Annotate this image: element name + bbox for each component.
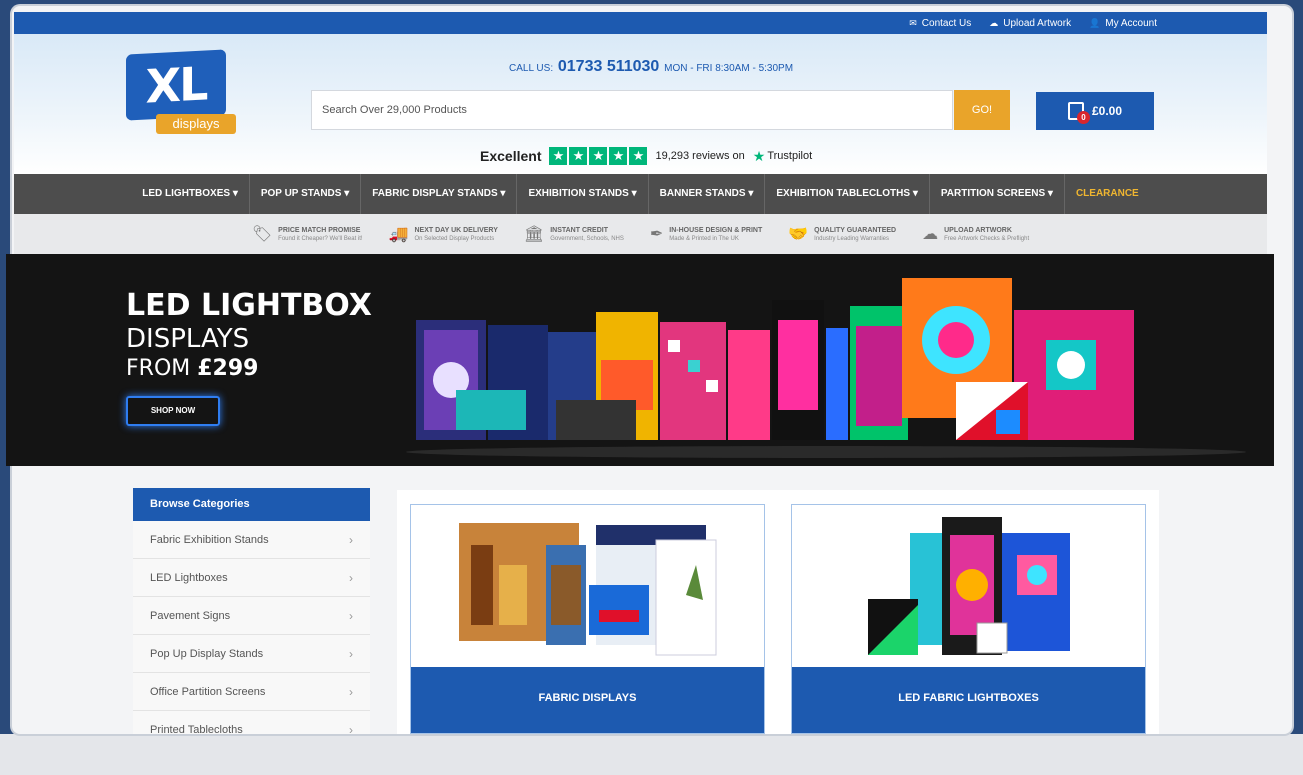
pen-icon: ✒	[649, 226, 664, 243]
featured-products: FABRIC DISPLAYS LED FABRIC LIGHTBOXES	[397, 490, 1159, 734]
search-input[interactable]: Search Over 29,000 Products	[311, 90, 953, 130]
shop-now-button[interactable]: SHOP NOW	[126, 396, 220, 426]
star-icon: ★	[609, 147, 628, 165]
chevron-right-icon: ›	[349, 533, 353, 547]
nav-pop-up-stands[interactable]: POP UP STANDS ▾	[250, 174, 362, 214]
usp-next-day-delivery: 🚚 NEXT DAY UK DELIVERY On Selected Displa…	[388, 226, 498, 243]
trustpilot-widget[interactable]: Excellent ★ ★ ★ ★ ★ 19,293 reviews on ★ …	[480, 147, 812, 165]
price-tag-icon: 🏷	[251, 226, 273, 243]
nav-exhibition-stands[interactable]: EXHIBITION STANDS ▾	[517, 174, 649, 214]
hero-subtitle: DISPLAYS	[126, 324, 250, 354]
browser-bottom-strip	[0, 734, 1303, 775]
envelope-icon: ✉	[909, 17, 917, 28]
star-icon: ★	[569, 147, 588, 165]
nav-fabric-display-stands[interactable]: FABRIC DISPLAY STANDS ▾	[361, 174, 518, 214]
category-led-lightboxes[interactable]: LED Lightboxes ›	[133, 559, 370, 597]
trust-rating-word: Excellent	[480, 148, 542, 164]
chevron-right-icon: ›	[349, 609, 353, 623]
product-card-label: LED FABRIC LIGHTBOXES	[792, 667, 1145, 733]
main-nav: LED LIGHTBOXES ▾ POP UP STANDS ▾ FABRIC …	[14, 174, 1267, 214]
cart-count-badge: 0	[1076, 111, 1090, 124]
logo-mark: XL	[126, 49, 226, 121]
led-fabric-lightboxes-image	[792, 505, 1145, 667]
hero-price: £299	[197, 356, 259, 381]
category-pavement-signs[interactable]: Pavement Signs ›	[133, 597, 370, 635]
my-account-link[interactable]: 👤 My Account	[1089, 18, 1157, 29]
phone-number[interactable]: 01733 511030	[558, 58, 659, 75]
upload-artwork-link[interactable]: ☁ Upload Artwork	[989, 18, 1071, 29]
call-label: CALL US:	[509, 63, 554, 74]
star-icon: ★	[549, 147, 568, 165]
contact-us-link[interactable]: ✉ Contact Us	[909, 18, 971, 29]
chevron-right-icon: ›	[349, 685, 353, 699]
trustpilot-logo: ★ Trustpilot	[752, 147, 813, 164]
site-header: XL displays CALL US: 01733 511030 MON - …	[14, 34, 1267, 174]
category-fabric-exhibition-stands[interactable]: Fabric Exhibition Stands ›	[133, 521, 370, 559]
cart-total: £0.00	[1091, 104, 1123, 118]
trustpilot-star-icon: ★	[752, 147, 766, 164]
fabric-displays-image	[411, 505, 764, 667]
nav-clearance[interactable]: CLEARANCE	[1065, 174, 1150, 214]
usp-price-match: 🏷 PRICE MATCH PROMISE Found it Cheaper? W…	[251, 226, 363, 243]
search-button[interactable]: GO!	[954, 90, 1010, 130]
handshake-icon: 🤝	[788, 226, 809, 243]
trust-stars: ★ ★ ★ ★ ★	[549, 147, 648, 165]
call-us: CALL US: 01733 511030 MON - FRI 8:30AM -…	[509, 58, 793, 76]
truck-icon: 🚚	[388, 226, 409, 243]
shopping-bag-icon: 0	[1067, 102, 1090, 124]
opening-hours: MON - FRI 8:30AM - 5:30PM	[664, 63, 794, 74]
site-logo[interactable]: XL displays	[126, 49, 238, 138]
nav-banner-stands[interactable]: BANNER STANDS ▾	[649, 174, 766, 214]
cart-button[interactable]: 0 £0.00	[1036, 92, 1154, 130]
category-office-partition-screens[interactable]: Office Partition Screens ›	[133, 673, 370, 711]
lightbox-product-image	[406, 278, 1246, 458]
hero-price-line: FROM £299	[126, 356, 259, 381]
logo-subtext: displays	[156, 114, 236, 134]
user-icon: 👤	[1089, 17, 1101, 28]
building-icon: 🏛	[523, 226, 545, 243]
usp-bar: 🏷 PRICE MATCH PROMISE Found it Cheaper? W…	[14, 214, 1267, 254]
cloud-upload-icon: ☁	[989, 17, 999, 28]
product-card-led-fabric-lightboxes[interactable]: LED FABRIC LIGHTBOXES	[791, 504, 1146, 734]
category-pop-up-display-stands[interactable]: Pop Up Display Stands ›	[133, 635, 370, 673]
chevron-right-icon: ›	[349, 647, 353, 661]
usp-upload-artwork: ☁ UPLOAD ARTWORK Free Artwork Checks & Pr…	[922, 226, 1030, 243]
browse-categories-heading: Browse Categories	[133, 488, 370, 521]
product-card-fabric-displays[interactable]: FABRIC DISPLAYS	[410, 504, 765, 734]
chevron-right-icon: ›	[349, 571, 353, 585]
nav-led-lightboxes[interactable]: LED LIGHTBOXES ▾	[131, 174, 250, 214]
browse-categories: Browse Categories Fabric Exhibition Stan…	[133, 488, 370, 734]
star-icon: ★	[589, 147, 608, 165]
usp-quality-guaranteed: 🤝 QUALITY GUARANTEED Industry Leading War…	[788, 226, 897, 243]
star-icon: ★	[629, 147, 648, 165]
cloud-upload-icon: ☁	[922, 226, 939, 243]
chevron-right-icon: ›	[349, 723, 353, 734]
product-card-label: FABRIC DISPLAYS	[411, 667, 764, 733]
hero-title: LED LIGHTBOX	[126, 288, 372, 323]
nav-partition-screens[interactable]: PARTITION SCREENS ▾	[930, 174, 1065, 214]
hero-banner[interactable]: LED LIGHTBOX DISPLAYS FROM £299 SHOP NOW	[6, 254, 1274, 466]
usp-design-print: ✒ IN-HOUSE DESIGN & PRINT Made & Printed …	[649, 226, 763, 243]
utility-bar: ✉ Contact Us ☁ Upload Artwork 👤 My Accou…	[14, 12, 1267, 34]
category-printed-tablecloths[interactable]: Printed Tablecloths ›	[133, 711, 370, 734]
trust-reviews: 19,293 reviews on	[655, 150, 745, 162]
usp-instant-credit: 🏛 INSTANT CREDIT Government, Schools, NHS	[523, 226, 624, 243]
nav-exhibition-tablecloths[interactable]: EXHIBITION TABLECLOTHS ▾	[765, 174, 930, 214]
